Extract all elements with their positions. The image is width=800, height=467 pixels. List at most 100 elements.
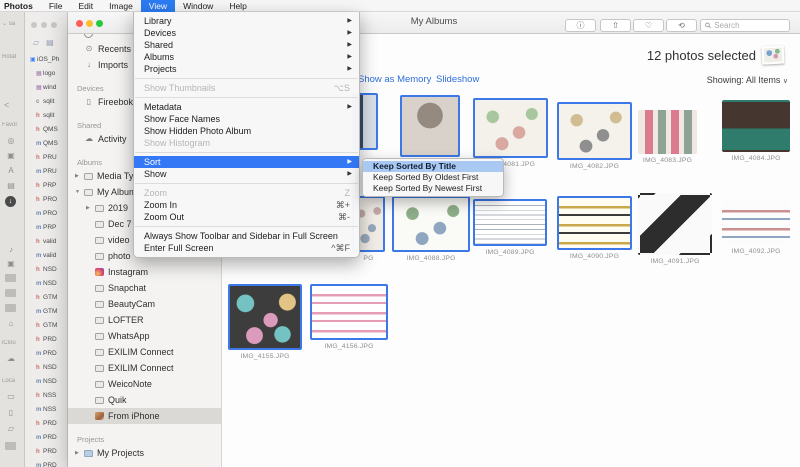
- back-chevron-icon[interactable]: <: [4, 100, 9, 110]
- xcode-file-row[interactable]: c sqlit: [25, 95, 67, 109]
- sidebar-item-lofter[interactable]: LOFTER: [68, 312, 221, 328]
- xcode-file-row[interactable]: m PRD: [25, 431, 67, 445]
- menu-item-zoom-out[interactable]: Zoom Out ⌘-: [134, 211, 359, 223]
- menu-item-projects[interactable]: Projects ▶: [134, 63, 359, 75]
- xcode-file-row[interactable]: m PRO: [25, 207, 67, 221]
- menubar-item-view[interactable]: View: [140, 0, 176, 12]
- applications-icon[interactable]: ▣: [4, 151, 18, 160]
- sidebar-item-exilim-connect[interactable]: EXILIM Connect: [68, 344, 221, 360]
- xcode-file-row[interactable]: h PRO: [25, 193, 67, 207]
- photo-thumbnail[interactable]: [557, 196, 632, 250]
- photo-img_4090-jpg[interactable]: IMG_4090.JPG: [557, 196, 632, 260]
- photo-img_4089-jpg[interactable]: IMG_4089.JPG: [473, 199, 547, 256]
- info-button[interactable]: ⓘ: [565, 19, 596, 32]
- folder-icon[interactable]: [5, 274, 16, 282]
- disk-icon[interactable]: ▱: [4, 424, 18, 433]
- photo-thumbnail[interactable]: [228, 284, 302, 350]
- xcode-file-row[interactable]: h PRD: [25, 445, 67, 459]
- menubar-item-window[interactable]: Window: [175, 0, 221, 12]
- photo-img_4083-jpg[interactable]: IMG_4083.JPG: [638, 110, 697, 164]
- favorite-button[interactable]: ♡: [633, 19, 664, 32]
- photo-img_4084-jpg[interactable]: IMG_4084.JPG: [722, 100, 790, 162]
- disclosure-triangle[interactable]: ▶: [86, 200, 90, 216]
- photo-img_4082-jpg[interactable]: IMG_4082.JPG: [557, 102, 632, 170]
- menubar-item-photos[interactable]: Photos: [0, 0, 41, 12]
- xcode-file-row[interactable]: ▦wind: [25, 81, 67, 95]
- photo-thumbnail[interactable]: [722, 100, 790, 152]
- menu-item-metadata[interactable]: Metadata ▶: [134, 101, 359, 113]
- xcode-grid-tab-icon[interactable]: ▤: [46, 38, 54, 47]
- xcode-file-row[interactable]: h PRP: [25, 179, 67, 193]
- camera-icon[interactable]: ▣: [4, 259, 18, 268]
- xcode-file-row[interactable]: ▣iOS_Ph: [25, 53, 67, 67]
- disclosure-triangle[interactable]: ▼: [75, 184, 80, 200]
- xcode-file-row[interactable]: m PRD: [25, 347, 67, 361]
- xcode-file-row[interactable]: h GTM: [25, 291, 67, 305]
- photo-thumbnail[interactable]: [473, 199, 547, 246]
- search-input[interactable]: [714, 21, 785, 30]
- menu-item-show-face-names[interactable]: Show Face Names: [134, 113, 359, 125]
- xcode-file-row[interactable]: h QMS: [25, 123, 67, 137]
- photo-img_4155-jpg[interactable]: IMG_4155.JPG: [228, 284, 302, 360]
- share-button[interactable]: ⇧: [600, 19, 631, 32]
- folder-icon[interactable]: [5, 442, 16, 450]
- photo-thumbnail[interactable]: [400, 95, 460, 157]
- photo-img_4092-jpg[interactable]: IMG_4092.JPG: [722, 200, 790, 255]
- showing-filter[interactable]: Showing: All Items ∨: [707, 75, 788, 85]
- xcode-file-row[interactable]: h valid: [25, 235, 67, 249]
- home-icon[interactable]: ⌂: [4, 319, 18, 328]
- sidebar-item-snapchat[interactable]: Snapchat: [68, 280, 221, 296]
- submenu-item-keep-sorted-by-newest-first[interactable]: Keep Sorted By Newest First: [363, 183, 503, 194]
- xcode-file-row[interactable]: h PRU: [25, 151, 67, 165]
- sidebar-item-weiconote[interactable]: WeicoNote: [68, 376, 221, 392]
- menu-item-always-show-toolbar-and-sidebar-in-full-screen[interactable]: Always Show Toolbar and Sidebar in Full …: [134, 230, 359, 242]
- keyboard-icon[interactable]: ▤: [4, 181, 18, 190]
- menu-item-enter-full-screen[interactable]: Enter Full Screen ^⌘F: [134, 242, 359, 254]
- menu-item-zoom-in[interactable]: Zoom In ⌘+: [134, 199, 359, 211]
- xcode-file-row[interactable]: m NSD: [25, 375, 67, 389]
- xcode-file-row[interactable]: h NSD: [25, 263, 67, 277]
- sidebar-item-my-projects[interactable]: ▶ My Projects: [68, 445, 221, 461]
- xcode-file-row[interactable]: h NSS: [25, 389, 67, 403]
- show-as-memory-link[interactable]: Show as Memory: [358, 74, 431, 85]
- disclosure-triangle[interactable]: ▶: [75, 168, 79, 184]
- xcode-file-row[interactable]: ▦logo: [25, 67, 67, 81]
- menubar-item-edit[interactable]: Edit: [71, 0, 102, 12]
- xcode-file-row[interactable]: h PRD: [25, 417, 67, 431]
- photo-img_4088-jpg[interactable]: IMG_4088.JPG: [392, 196, 470, 262]
- xcode-file-row[interactable]: m PRD: [25, 459, 67, 467]
- menubar-item-image[interactable]: Image: [101, 0, 141, 12]
- xcode-file-row[interactable]: h PRD: [25, 333, 67, 347]
- music-icon[interactable]: ♪: [4, 245, 18, 254]
- menu-item-shared[interactable]: Shared ▶: [134, 39, 359, 51]
- xcode-file-row[interactable]: h NSD: [25, 361, 67, 375]
- menu-item-sort[interactable]: Sort ▶: [134, 156, 359, 168]
- photo-img_4156-jpg[interactable]: IMG_4156.JPG: [310, 284, 388, 350]
- xcode-file-row[interactable]: h sqlit: [25, 109, 67, 123]
- sidebar-item-instagram[interactable]: Instagram: [68, 264, 221, 280]
- sidebar-item-whatsapp[interactable]: WhatsApp: [68, 328, 221, 344]
- menubar-item-help[interactable]: Help: [221, 0, 254, 12]
- xcode-folder-tab-icon[interactable]: ▱: [33, 38, 39, 47]
- app-store-icon[interactable]: A: [4, 166, 18, 175]
- search-field[interactable]: [700, 19, 790, 32]
- photo-partial[interactable]: [400, 95, 460, 160]
- display-icon[interactable]: ▭: [4, 392, 18, 401]
- submenu-item-keep-sorted-by-oldest-first[interactable]: Keep Sorted By Oldest First: [363, 172, 503, 183]
- menu-item-show-hidden-photo-album[interactable]: Show Hidden Photo Album: [134, 125, 359, 137]
- xcode-file-row[interactable]: m PRP: [25, 221, 67, 235]
- xcode-file-row[interactable]: m QMS: [25, 137, 67, 151]
- submenu-item-keep-sorted-by-title[interactable]: Keep Sorted By Title: [363, 161, 503, 172]
- photo-thumbnail[interactable]: [638, 110, 697, 154]
- xcode-file-row[interactable]: m NSS: [25, 403, 67, 417]
- sidebar-item-beautycam[interactable]: BeautyCam: [68, 296, 221, 312]
- xcode-file-row[interactable]: m PRU: [25, 165, 67, 179]
- xcode-file-row[interactable]: m GTM: [25, 305, 67, 319]
- photo-thumbnail[interactable]: [638, 193, 712, 255]
- photo-thumbnail[interactable]: [473, 98, 548, 158]
- sidebar-item-exilim-connect[interactable]: EXILIM Connect: [68, 360, 221, 376]
- xcode-file-row[interactable]: m valid: [25, 249, 67, 263]
- photo-thumbnail[interactable]: [392, 196, 470, 252]
- photo-img_4091-jpg[interactable]: IMG_4091.JPG: [638, 193, 712, 265]
- slideshow-link[interactable]: Slideshow: [436, 74, 479, 85]
